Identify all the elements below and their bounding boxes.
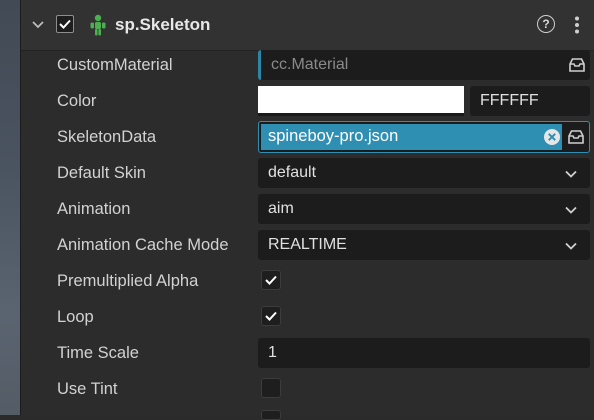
- prop-row-animation-cache-mode: Animation Cache Mode REALTIME: [21, 227, 594, 263]
- select-value: REALTIME: [268, 236, 347, 253]
- prop-label: SkeletonData: [57, 128, 157, 146]
- asset-name: spineboy-pro.json: [268, 127, 399, 145]
- prop-label: CustomMaterial: [57, 56, 173, 74]
- color-swatch[interactable]: [258, 86, 464, 116]
- time-scale-input[interactable]: 1: [258, 338, 590, 368]
- animation-cache-mode-select[interactable]: REALTIME: [258, 230, 590, 260]
- prop-row-default-skin: Default Skin default: [21, 155, 594, 191]
- prop-row-time-scale: Time Scale 1: [21, 335, 594, 371]
- prop-row-custom-material: CustomMaterial cc.Material: [21, 47, 594, 83]
- asset-locate-icon[interactable]: [567, 128, 585, 146]
- prop-row-skeleton-data: SkeletonData spineboy-pro.json: [21, 119, 594, 155]
- prop-row-premultiplied-alpha: Premultiplied Alpha: [21, 263, 594, 299]
- component-title: sp.Skeleton: [115, 15, 211, 34]
- color-hex-input[interactable]: FFFFFF: [470, 86, 590, 116]
- prop-label: Loop: [57, 308, 94, 326]
- use-tint-checkbox[interactable]: [261, 378, 281, 398]
- clear-icon[interactable]: [543, 128, 561, 146]
- inspector-panel: sp.Skeleton ? CustomMaterial cc.Material…: [21, 0, 594, 420]
- loop-checkbox[interactable]: [261, 306, 281, 326]
- prop-row-animation: Animation aim: [21, 191, 594, 227]
- chevron-down-icon: [564, 167, 578, 179]
- more-vertical-icon[interactable]: [571, 15, 583, 35]
- prop-label: Default Skin: [57, 164, 146, 182]
- animation-select[interactable]: aim: [258, 194, 590, 224]
- default-skin-select[interactable]: default: [258, 158, 590, 188]
- chevron-down-icon: [564, 203, 578, 215]
- premultiplied-alpha-checkbox[interactable]: [261, 270, 281, 290]
- prop-label: Color: [57, 92, 97, 110]
- prop-row-loop: Loop: [21, 299, 594, 335]
- input-value: 1: [268, 344, 277, 361]
- asset-placeholder: cc.Material: [271, 56, 349, 73]
- skeleton-data-asset-field[interactable]: spineboy-pro.json: [258, 121, 590, 153]
- help-circle-icon[interactable]: ?: [537, 15, 555, 33]
- prop-label: Premultiplied Alpha: [57, 272, 199, 290]
- prop-label: Use Tint: [57, 380, 118, 398]
- skeleton-data-selected-asset[interactable]: spineboy-pro.json: [261, 124, 562, 150]
- scene-view-edge: [0, 0, 21, 415]
- hex-value: FFFFFF: [480, 92, 539, 109]
- select-value: aim: [268, 200, 294, 217]
- prop-row-color: Color FFFFFF: [21, 83, 594, 119]
- skeleton-figure-icon: [89, 14, 107, 36]
- custom-material-asset-field[interactable]: cc.Material: [258, 50, 590, 80]
- prop-row-use-tint: Use Tint: [21, 371, 594, 407]
- asset-locate-icon[interactable]: [568, 56, 586, 74]
- chevron-down-icon[interactable]: [30, 17, 46, 33]
- prop-label: Animation: [57, 200, 131, 218]
- component-enabled-checkbox[interactable]: [56, 15, 74, 33]
- prop-label: Animation Cache Mode: [57, 236, 229, 254]
- component-header[interactable]: sp.Skeleton ?: [21, 0, 594, 51]
- chevron-down-icon: [564, 239, 578, 251]
- select-value: default: [268, 164, 317, 181]
- next-row-checkbox-partial[interactable]: [261, 410, 281, 420]
- prop-label: Time Scale: [57, 344, 139, 362]
